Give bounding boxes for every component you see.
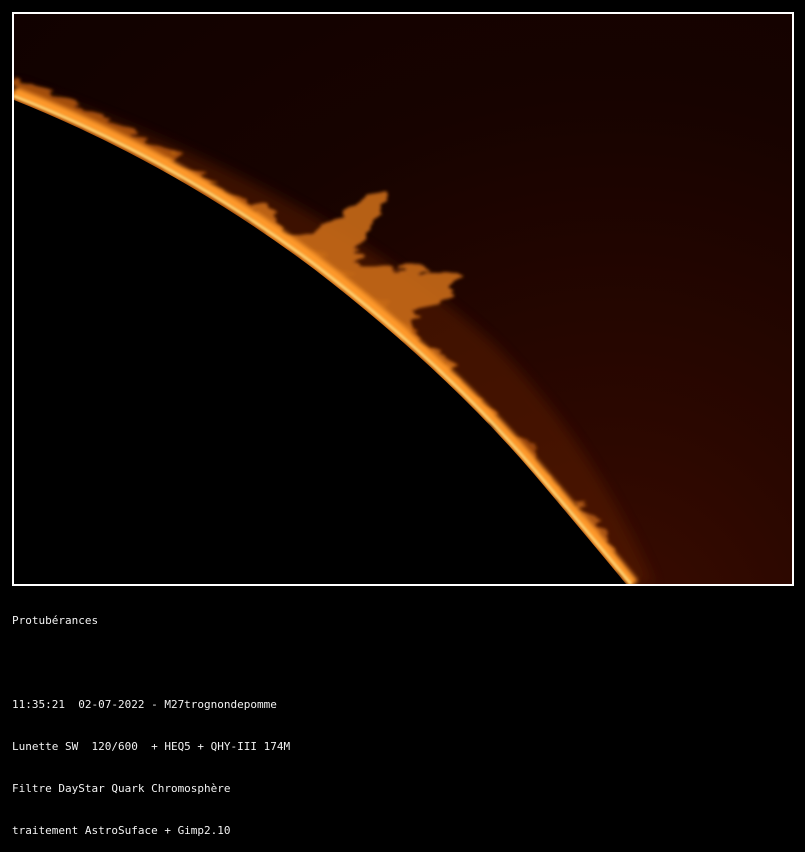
caption-title: Protubérances — [12, 614, 99, 627]
caption-time-date-author: 11:35:21 02-07-2022 - M27trognondepomme — [12, 698, 277, 711]
caption-processing: traitement AstroSuface + Gimp2.10 — [12, 824, 231, 837]
solar-photo — [12, 12, 794, 586]
caption-filter: Filtre DayStar Quark Chromosphère — [12, 782, 231, 795]
caption-blank — [12, 656, 792, 670]
caption-equipment: Lunette SW 120/600 + HEQ5 + QHY-III 174M — [12, 740, 291, 753]
photo-caption: Protubérances 11:35:21 02-07-2022 - M27t… — [12, 586, 792, 852]
solar-limb-image — [14, 14, 792, 584]
